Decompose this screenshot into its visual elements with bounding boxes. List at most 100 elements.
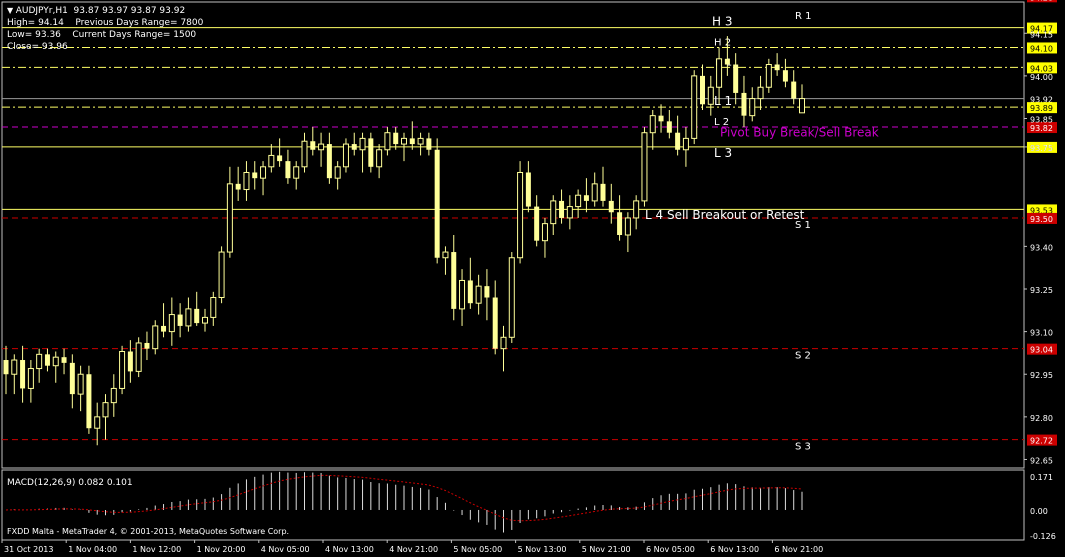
candle-body-bull (682, 137, 689, 151)
candle-body-bull (119, 351, 126, 389)
macd-tick-label: 0.00 (1030, 507, 1048, 516)
price-chart[interactable]: 94.28R 194.17H 394.10H 294.03H 193.9293.… (0, 0, 1065, 557)
candle-body-bear (393, 132, 399, 145)
level-tag-text: 93.89 (1030, 104, 1053, 113)
candle-body-bull (243, 171, 250, 191)
level-label: H 2 (714, 37, 731, 48)
candle-body-bull (318, 143, 325, 151)
candle-body-bull (459, 279, 466, 310)
candle-body-bull (575, 194, 582, 208)
candle-body-bull (342, 143, 349, 168)
level-label: L 1 (714, 94, 732, 108)
level-label: S 2 (795, 351, 811, 362)
candle-body-bull (550, 200, 557, 225)
symbol-text: AUDJPYr,H1 93.87 93.97 93.87 93.92 (15, 6, 186, 16)
candle-body-bear (127, 351, 133, 372)
time-tick-label: 6 Nov 21:00 (774, 545, 823, 554)
candle-body-bear (161, 325, 167, 332)
high-info: High= 94.14 Previous Days Range= 7800 (7, 18, 203, 28)
candle-body-bull (384, 132, 391, 151)
candle-body-bull (135, 342, 142, 372)
candle-body-bull (152, 325, 159, 350)
candle-body-bear (782, 70, 788, 82)
candle-body-bear (534, 206, 540, 241)
candle-body-bear (252, 172, 258, 179)
candle-body-bull (168, 314, 175, 333)
candle-body-bull (94, 416, 101, 429)
time-tick-label: 5 Nov 05:00 (453, 545, 502, 554)
curr-range-text: Current Days Range= 1500 (72, 30, 197, 40)
level-tag-text: 94.10 (1030, 44, 1053, 53)
price-tick-label: 93.75 (1030, 144, 1053, 153)
candle-body-bull (508, 257, 515, 338)
candle-body-bull (566, 206, 573, 219)
candle-body-bear (409, 138, 415, 145)
symbol-line: ▼ AUDJPYr,H1 93.87 93.97 93.87 93.92 (7, 6, 186, 16)
candle-body-bull (765, 64, 772, 88)
candle-body-bear (559, 200, 565, 218)
candle-body-bull (749, 98, 756, 117)
level-tag-text: 93.82 (1030, 124, 1053, 133)
candle-body-bear (20, 360, 26, 389)
candle-body-bull (260, 166, 267, 179)
candle-body-bear (451, 252, 457, 309)
level-tag-text: 94.28 (1030, 0, 1053, 2)
macd-tick-label: 0.171 (1030, 473, 1053, 482)
candle-body-bull (691, 75, 698, 139)
candle-body-bear (774, 64, 780, 71)
candle-body-bull (27, 368, 34, 389)
copyright-label: FXDD Malta - MetaTrader 4, © 2001-2013, … (7, 527, 290, 536)
time-tick-label: 6 Nov 13:00 (710, 545, 759, 554)
candle-body-bear (600, 183, 606, 201)
candle-body-bull (11, 359, 18, 375)
candle-body-bull (707, 86, 714, 105)
close-info: Close= 93.96 (7, 42, 68, 52)
price-tick-label: 93.85 (1030, 116, 1053, 125)
candle-body-bear (791, 81, 797, 99)
level-label: R 1 (795, 11, 812, 22)
price-tick-label: 93.25 (1030, 286, 1053, 295)
candle-body-bear (144, 342, 150, 349)
price-tick-label: 94.00 (1030, 73, 1053, 82)
candle-body-bear (351, 144, 357, 150)
candle-body-bull (77, 373, 84, 395)
candle-body-bull (624, 217, 631, 236)
candle-body-bull (102, 402, 109, 418)
candle-body-bull (649, 115, 656, 134)
candle-body-bull (52, 356, 59, 367)
time-tick-label: 6 Nov 05:00 (646, 545, 695, 554)
candle-body-bear (525, 172, 531, 207)
candle-body-bull (210, 297, 217, 318)
price-tick-label: 92.80 (1030, 414, 1053, 423)
candle-body-bull (716, 58, 723, 88)
candle-body-bear (492, 297, 498, 349)
price-tick-label: 93.10 (1030, 329, 1053, 338)
candle-body-bull (185, 308, 192, 327)
price-tick-label: 92.95 (1030, 371, 1053, 380)
low-text: Low= 93.36 (7, 30, 61, 40)
candle-body-bear (583, 195, 589, 201)
candle-body-bull (633, 200, 640, 219)
level-tag-text: 92.72 (1030, 437, 1053, 446)
chart-window[interactable]: 94.28R 194.17H 394.10H 294.03H 193.9293.… (0, 0, 1065, 557)
copyright-text: FXDD Malta - MetaTrader 4, © 2001-2013, … (7, 527, 289, 537)
candle-body-bear (724, 58, 730, 65)
candle-body-bear (69, 362, 75, 395)
sell-breakout-annotation: L 4 Sell Breakout or Retest (645, 208, 805, 222)
candle-body-bull (757, 86, 764, 100)
time-tick-label: 4 Nov 13:00 (325, 545, 374, 554)
candle-body-bear (608, 200, 614, 213)
candle-body-bull (268, 154, 275, 168)
candle-body-bear (368, 138, 374, 167)
candle-body-bear (326, 144, 332, 179)
candle-body-bear (658, 115, 664, 122)
candle-body-bull (202, 316, 208, 324)
candle-body-bull (334, 166, 341, 179)
candle-body-bull (293, 166, 300, 179)
candle-body-bull (36, 353, 43, 370)
price-tick-label: 92.65 (1030, 456, 1053, 465)
candle-body-bull (376, 149, 383, 168)
macd-text: MACD(12,26,9) 0.082 0.101 (7, 478, 133, 488)
time-tick-label: 5 Nov 13:00 (518, 545, 567, 554)
candle-body-bull (110, 387, 117, 404)
